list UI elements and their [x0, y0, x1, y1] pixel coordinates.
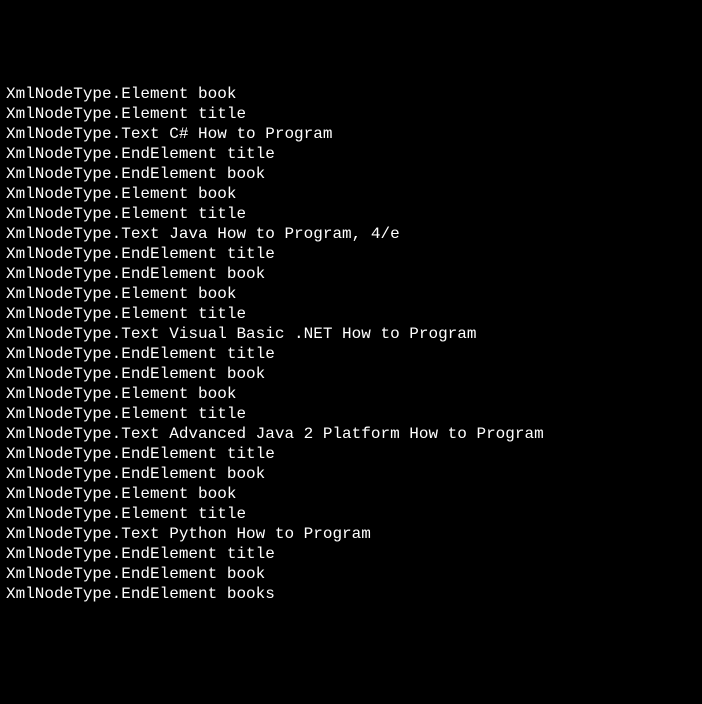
- output-line: XmlNodeType.EndElement book: [6, 164, 696, 184]
- output-line: XmlNodeType.Element book: [6, 84, 696, 104]
- output-line: XmlNodeType.Element book: [6, 484, 696, 504]
- output-line: XmlNodeType.Text C# How to Program: [6, 124, 696, 144]
- output-line: XmlNodeType.EndElement book: [6, 364, 696, 384]
- output-line: XmlNodeType.Element title: [6, 504, 696, 524]
- output-line: XmlNodeType.Element title: [6, 204, 696, 224]
- output-line: XmlNodeType.Text Python How to Program: [6, 524, 696, 544]
- output-line: XmlNodeType.Element book: [6, 384, 696, 404]
- output-line: XmlNodeType.Text Advanced Java 2 Platfor…: [6, 424, 696, 444]
- output-line: XmlNodeType.EndElement title: [6, 544, 696, 564]
- output-line: XmlNodeType.Text Visual Basic .NET How t…: [6, 324, 696, 344]
- output-line: XmlNodeType.EndElement title: [6, 444, 696, 464]
- console-output: XmlNodeType.Element bookXmlNodeType.Elem…: [6, 84, 696, 604]
- output-line: XmlNodeType.EndElement book: [6, 564, 696, 584]
- output-line: XmlNodeType.Element title: [6, 304, 696, 324]
- output-line: XmlNodeType.EndElement title: [6, 144, 696, 164]
- output-line: XmlNodeType.Element book: [6, 284, 696, 304]
- output-line: XmlNodeType.EndElement books: [6, 584, 696, 604]
- output-line: XmlNodeType.Element title: [6, 404, 696, 424]
- output-line: XmlNodeType.Element book: [6, 184, 696, 204]
- output-line: XmlNodeType.Text Java How to Program, 4/…: [6, 224, 696, 244]
- output-line: XmlNodeType.EndElement title: [6, 244, 696, 264]
- output-line: XmlNodeType.EndElement book: [6, 264, 696, 284]
- output-line: XmlNodeType.Element title: [6, 104, 696, 124]
- output-line: XmlNodeType.EndElement book: [6, 464, 696, 484]
- output-line: XmlNodeType.EndElement title: [6, 344, 696, 364]
